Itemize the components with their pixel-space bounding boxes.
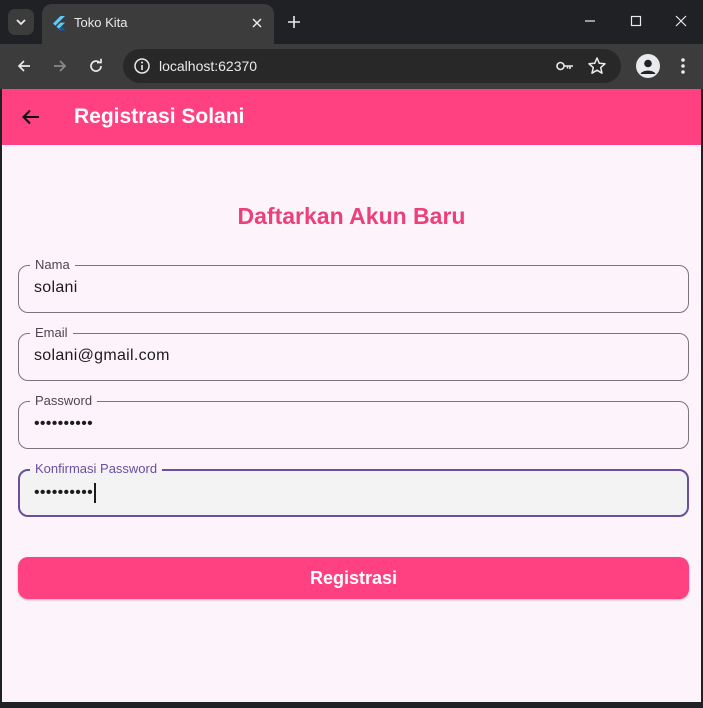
konfirmasi-password-label: Konfirmasi Password — [30, 461, 163, 477]
app-bar: Registrasi Solani — [2, 89, 701, 145]
browser-toolbar: localhost:62370 — [0, 44, 703, 89]
flutter-favicon-icon — [53, 16, 65, 31]
tab-search-button[interactable] — [8, 9, 34, 35]
email-field[interactable]: Email solani@gmail.com — [18, 325, 689, 381]
text-caret — [94, 483, 97, 503]
tab-strip: Toko Kita — [0, 0, 703, 44]
konfirmasi-password-value[interactable]: •••••••••• — [34, 484, 93, 501]
more-vert-icon[interactable] — [672, 54, 694, 78]
arrow-back-icon[interactable] — [20, 106, 42, 128]
star-icon[interactable] — [587, 56, 607, 76]
password-value[interactable]: •••••••••• — [34, 415, 93, 433]
tab-title: Toko Kita — [74, 15, 128, 30]
address-bar[interactable]: localhost:62370 — [123, 49, 621, 83]
registrasi-button[interactable]: Registrasi — [18, 557, 689, 599]
back-arrow-icon — [17, 60, 30, 72]
konfirmasi-password-value-wrap[interactable]: •••••••••• — [34, 483, 97, 503]
maximize-icon — [630, 15, 642, 27]
window-close-button[interactable] — [670, 10, 692, 32]
reload-icon — [90, 58, 102, 72]
password-field[interactable]: Password •••••••••• — [18, 393, 689, 449]
key-icon[interactable] — [555, 57, 575, 75]
minimize-button[interactable] — [579, 10, 601, 32]
browser-tab[interactable]: Toko Kita — [42, 4, 274, 44]
maximize-button[interactable] — [625, 10, 647, 32]
password-label: Password — [30, 393, 98, 409]
profile-avatar[interactable] — [636, 54, 660, 78]
close-icon — [252, 18, 262, 28]
window-close-icon — [675, 15, 687, 27]
reload-button[interactable] — [84, 54, 108, 78]
email-value[interactable]: solani@gmail.com — [34, 347, 170, 365]
konfirmasi-password-field[interactable]: Konfirmasi Password •••••••••• — [18, 461, 689, 517]
email-label: Email — [30, 325, 73, 341]
nama-value[interactable]: solani — [34, 279, 78, 297]
forward-button[interactable] — [48, 54, 72, 78]
info-icon[interactable] — [133, 57, 151, 75]
profile-icon — [640, 59, 656, 74]
chevron-down-icon — [16, 19, 26, 26]
nama-label: Nama — [30, 257, 75, 273]
new-tab-button[interactable] — [284, 12, 304, 32]
app-page: Registrasi Solani Daftarkan Akun Baru Na… — [2, 89, 701, 702]
plus-icon — [288, 16, 300, 28]
status-bar — [0, 702, 703, 708]
forward-arrow-icon — [54, 60, 67, 72]
minimize-icon — [585, 20, 595, 22]
url-text[interactable]: localhost:62370 — [159, 58, 257, 74]
browser-window: Toko Kita localhost:62370 Registrasi Sol… — [0, 0, 703, 708]
form-heading: Daftarkan Akun Baru — [237, 203, 466, 229]
back-button[interactable] — [12, 54, 36, 78]
appbar-title: Registrasi Solani — [74, 105, 245, 128]
tab-close-button[interactable] — [248, 14, 266, 32]
nama-field[interactable]: Nama solani — [18, 257, 689, 313]
